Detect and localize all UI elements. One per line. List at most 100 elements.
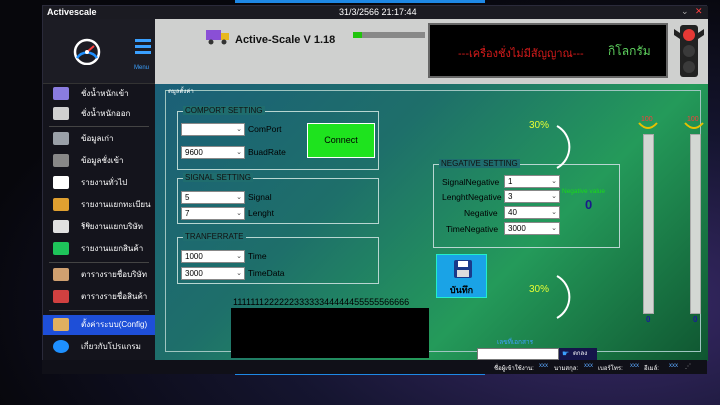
close-icon[interactable]: ✕ xyxy=(695,6,703,17)
sidebar-item-product-report[interactable]: รายงานแยกสินค้า xyxy=(49,239,155,259)
gauge-bottom-percent: 30% xyxy=(529,284,550,295)
chevron-down-icon: ⌄ xyxy=(236,126,242,133)
length-label: Lenght xyxy=(248,208,274,218)
save-label: บันทึก xyxy=(449,285,474,295)
truck-icon xyxy=(206,30,229,45)
sidebar-item-in-data[interactable]: ข้อมูลชั่งเข้า xyxy=(49,151,155,171)
baudrate-label: BuadRate xyxy=(248,147,286,157)
chevron-down-icon: ⌄ xyxy=(236,270,242,277)
datetime: 31/3/2566 21:17:44 xyxy=(339,7,417,17)
transfer-title: TRANFERRATE xyxy=(183,232,246,241)
time-select-value: 1000 xyxy=(185,252,203,261)
signal-select[interactable]: 5 ⌄ xyxy=(181,191,245,204)
app-window: Activescale 31/3/2566 21:17:44 ⌄ ✕ Menu … xyxy=(42,5,708,374)
negative-label: Negative xyxy=(464,208,498,218)
length-negative-select[interactable]: 3 ⌄ xyxy=(504,190,560,203)
negative-select[interactable]: 40 ⌄ xyxy=(504,206,560,219)
chevron-down-icon: ⌄ xyxy=(551,225,557,232)
sidebar-item-label: เกี่ยวกับโปรแกรม xyxy=(81,342,141,351)
sidebar-item-label: ข้อมูลชั่งเข้า xyxy=(81,156,124,165)
search-ok-label: ตกลง xyxy=(573,351,588,357)
length-negative-value: 3 xyxy=(508,192,513,201)
sidebar-item-product-list[interactable]: ตารางรายชื่อสินค้า xyxy=(49,287,155,307)
user-value: xxx xyxy=(539,363,548,369)
time-label: Time xyxy=(248,251,267,261)
floppy-disk-icon xyxy=(454,260,472,278)
settings-frame-label: ตมูลตั้งค่า xyxy=(168,89,194,95)
sidebar-item-label: ข้อมูลเก่า xyxy=(81,134,114,143)
name-label: นามสกุล: xyxy=(554,366,579,372)
user-label: ชื่อผู้เข้าใช้งาน: xyxy=(494,366,534,372)
truck-out-icon xyxy=(53,107,69,120)
time-negative-label: TimeNegative xyxy=(446,224,499,234)
speedometer-icon xyxy=(73,38,101,65)
time-select[interactable]: 1000 ⌄ xyxy=(181,250,245,263)
bar2-meter xyxy=(690,134,701,314)
comport-label: ComPort xyxy=(248,124,282,134)
signal-negative-select[interactable]: 1 ⌄ xyxy=(504,175,560,188)
length-select-value: 7 xyxy=(185,209,190,218)
length-select[interactable]: 7 ⌄ xyxy=(181,207,245,220)
sidebar-item-weigh-in[interactable]: ชั่งน้ำหนักเข้า xyxy=(49,84,155,104)
email-label: อีเมล์: xyxy=(644,366,659,372)
pointer-hand-icon: ☛ xyxy=(562,349,570,358)
baudrate-select-value: 9600 xyxy=(185,148,203,157)
gauge-top-percent: 30% xyxy=(529,120,550,131)
transfer-group: TRANFERRATE 1000 ⌄ Time 3000 ⌄ TimeData xyxy=(177,232,379,284)
signal-select-value: 5 xyxy=(185,193,190,202)
phone-label: เบอร์โทร: xyxy=(598,366,623,372)
gauge-top-arc xyxy=(556,125,571,169)
signal-negative-label: SignalNegative xyxy=(442,177,500,187)
truck-in-icon xyxy=(53,87,69,100)
bar1-meter xyxy=(643,134,654,314)
sidebar-item-weigh-out[interactable]: ชั่งน้ำหนักออก xyxy=(49,104,155,124)
progress-fill xyxy=(353,32,362,38)
resize-grip-icon[interactable]: ⋰ xyxy=(685,363,691,370)
display-unit: กิโลกรัม xyxy=(608,44,651,58)
sidebar-item-general-report[interactable]: รายงานทั่วไป xyxy=(49,173,155,193)
baudrate-select[interactable]: 9600 ⌄ xyxy=(181,146,245,159)
sidebar-item-label: รายงานแยกสินค้า xyxy=(81,244,144,253)
download-icon xyxy=(53,290,69,303)
sidebar-item-company-list[interactable]: ตารางรายชื่อบริษัท xyxy=(49,265,155,285)
sidebar-item-config[interactable]: ตั้งค่าระบบ(Config) xyxy=(43,315,155,335)
search-ok-button[interactable]: ☛ ตกลง xyxy=(559,348,597,360)
timedata-select[interactable]: 3000 ⌄ xyxy=(181,267,245,280)
database-icon xyxy=(53,132,69,145)
car-report-icon xyxy=(53,198,69,211)
header: Active-Scale V 1.18 ---เครื่องชั่งไม่มีส… xyxy=(155,19,708,84)
weight-display: ---เครื่องชั่งไม่มีสัญญาณ--- กิโลกรัม xyxy=(428,23,668,78)
comport-title: COMPORT SETTING xyxy=(183,106,265,115)
sidebar-item-car-report[interactable]: รายงานแยกทะเบียนรถ xyxy=(49,195,155,229)
connect-button[interactable]: Connect xyxy=(307,123,375,158)
sidebar-item-company-report[interactable]: รายงานแยกบริษัท xyxy=(49,217,155,237)
negative-title: NEGATIVE SETTING xyxy=(439,159,520,168)
email-value: xxx xyxy=(669,363,678,369)
sidebar-item-old-data[interactable]: ข้อมูลเก่า xyxy=(49,129,155,149)
title-bar: Activescale 31/3/2566 21:17:44 ⌄ ✕ xyxy=(43,6,708,19)
sidebar-item-about[interactable]: เกี่ยวกับโปรแกรม xyxy=(49,337,155,357)
raw-data-box xyxy=(231,308,429,358)
menu-icon[interactable] xyxy=(135,39,151,57)
bar1-bottom-label: 0 xyxy=(646,315,651,324)
chevron-down-icon: ⌄ xyxy=(236,253,242,260)
report-icon xyxy=(53,176,69,189)
chevron-down-icon[interactable]: ⌄ xyxy=(681,6,689,17)
cart-icon xyxy=(53,242,69,255)
window-title: Activescale xyxy=(47,7,97,17)
document-number-input[interactable] xyxy=(477,348,559,360)
comport-select[interactable]: ⌄ xyxy=(181,123,245,136)
sidebar-item-label: ชั่งน้ำหนักเข้า xyxy=(81,89,129,98)
sidebar-divider xyxy=(49,310,149,311)
sidebar-item-label: รายงานทั่วไป xyxy=(81,178,128,187)
sidebar-item-label: ตารางรายชื่อสินค้า xyxy=(81,292,148,301)
time-negative-select[interactable]: 3000 ⌄ xyxy=(504,222,560,235)
menu-label: Menu xyxy=(134,65,150,71)
length-negative-label: LenghtNegative xyxy=(442,192,502,202)
desktop-accent-top xyxy=(235,0,485,3)
save-button[interactable]: บันทึก xyxy=(436,254,487,298)
gauge-bottom-arc xyxy=(556,275,571,319)
app-title: Active-Scale V 1.18 xyxy=(235,34,336,46)
negative-value-label: Negative value xyxy=(562,188,605,195)
negative-group: NEGATIVE SETTING SignalNegative 1 ⌄ Lengh… xyxy=(433,159,620,248)
